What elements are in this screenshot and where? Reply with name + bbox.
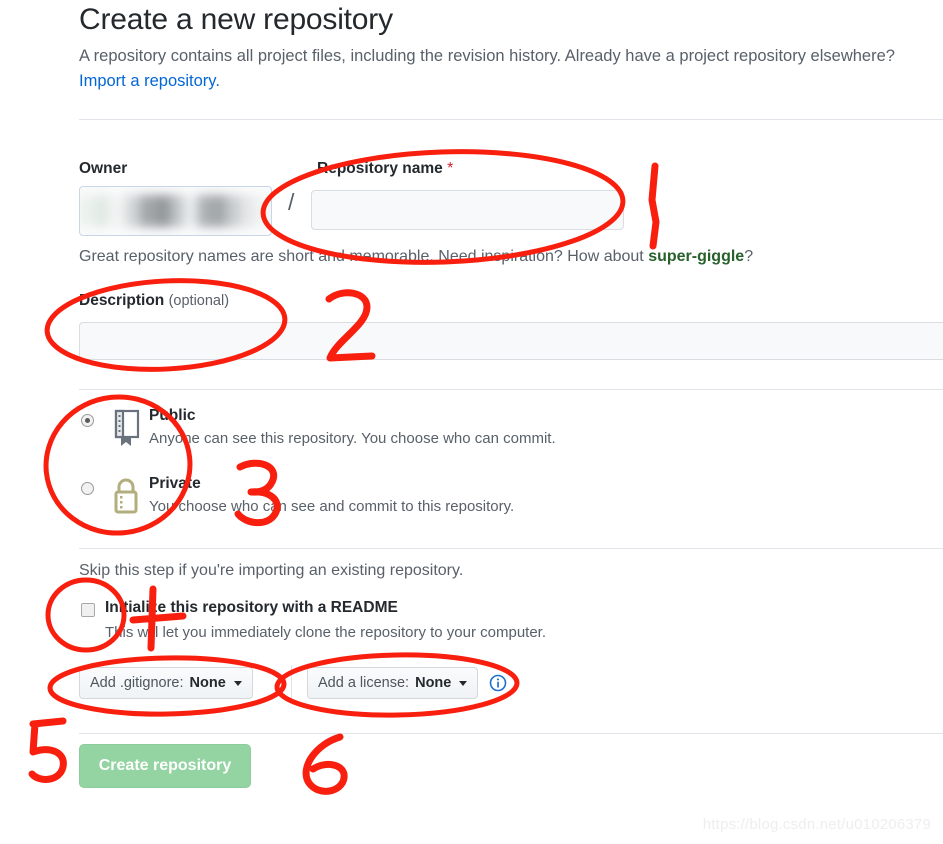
- license-dropdown-label: Add a license:: [318, 675, 410, 691]
- repository-name-label-text: Repository name: [317, 160, 443, 177]
- divider-submit: [79, 733, 943, 734]
- required-asterisk: *: [447, 160, 454, 177]
- divider-readme: [79, 548, 943, 549]
- owner-select[interactable]: [79, 186, 272, 236]
- repo-book-icon: [108, 408, 144, 448]
- page-subtitle-text: A repository contains all project files,…: [79, 47, 895, 65]
- visibility-private-title: Private: [149, 475, 201, 492]
- skip-step-note: Skip this step if you're importing an ex…: [79, 562, 464, 579]
- lock-icon: [108, 476, 144, 516]
- owner-value-redacted: [80, 195, 271, 227]
- readme-checkbox-label[interactable]: Initialize this repository with a README: [105, 599, 398, 617]
- readme-checkbox[interactable]: [81, 603, 95, 617]
- radio-private[interactable]: [81, 482, 94, 495]
- page-title: Create a new repository: [79, 3, 393, 36]
- divider-visibility: [79, 389, 943, 390]
- visibility-public-description: Anyone can see this repository. You choo…: [149, 430, 556, 447]
- annotation-mark-1: [648, 162, 660, 250]
- helper-prefix: Great repository names are short and mem…: [79, 248, 649, 265]
- description-input[interactable]: [79, 322, 943, 360]
- page-header: Create a new repository A repository con…: [79, 0, 943, 94]
- license-dropdown[interactable]: Add a license: None: [307, 667, 479, 699]
- owner-repo-separator: /: [288, 189, 295, 215]
- visibility-option-public[interactable]: Public Anyone can see this repository. Y…: [79, 405, 679, 457]
- import-repository-link[interactable]: Import a repository.: [79, 72, 220, 90]
- info-circle-icon[interactable]: [489, 674, 507, 692]
- description-label-text: Description: [79, 292, 165, 309]
- visibility-public-title: Public: [149, 407, 196, 424]
- import-repository-line: Import a repository.: [79, 69, 943, 94]
- divider-header: [79, 119, 943, 120]
- radio-public[interactable]: [81, 414, 94, 427]
- annotation-mark-5: [28, 717, 67, 783]
- dropdown-separator: [291, 665, 292, 701]
- repository-name-helper: Great repository names are short and mem…: [79, 248, 753, 266]
- helper-suffix: ?: [744, 248, 754, 265]
- watermark: https://blog.csdn.net/u010206379: [702, 816, 931, 833]
- license-dropdown-value: None: [415, 675, 452, 691]
- repository-name-label: Repository name *: [317, 160, 453, 178]
- create-repository-button[interactable]: Create repository: [79, 744, 251, 788]
- owner-label: Owner: [79, 160, 128, 177]
- page-subtitle: A repository contains all project files,…: [79, 44, 943, 69]
- repository-name-input[interactable]: [311, 190, 624, 230]
- description-optional-note: (optional): [168, 293, 230, 309]
- suggested-name[interactable]: super-giggle: [648, 248, 744, 265]
- visibility-option-private[interactable]: Private You choose who can see and commi…: [79, 473, 679, 525]
- gitignore-dropdown[interactable]: Add .gitignore: None: [79, 667, 253, 699]
- chevron-down-icon: [459, 680, 468, 686]
- create-repository-page: Create a new repository A repository con…: [0, 0, 943, 844]
- visibility-private-description: You choose who can see and commit to thi…: [149, 498, 515, 515]
- gitignore-dropdown-label: Add .gitignore:: [90, 675, 184, 691]
- readme-checkbox-description: This will let you immediately clone the …: [105, 624, 547, 641]
- description-label: Description (optional): [79, 292, 229, 310]
- annotation-mark-6: [302, 733, 348, 795]
- chevron-down-icon: [233, 680, 242, 686]
- gitignore-dropdown-value: None: [189, 675, 226, 691]
